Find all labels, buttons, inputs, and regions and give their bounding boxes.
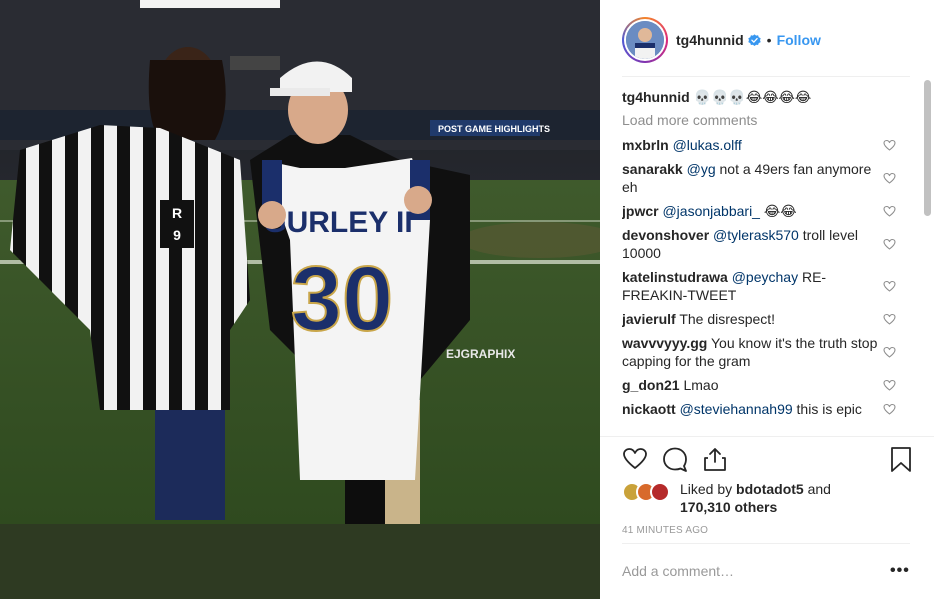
actions-divider (600, 436, 934, 437)
load-more-comments-button[interactable]: Load more comments (622, 112, 912, 128)
comment-input-divider (622, 543, 910, 544)
ref-patch-number: 9 (173, 227, 181, 243)
comment-like-heart-icon[interactable] (883, 205, 896, 217)
comment-mention[interactable]: @yg (687, 161, 716, 177)
comment-like-heart-icon[interactable] (883, 379, 896, 391)
liker-username[interactable]: bdotadot5 (736, 481, 804, 497)
share-icon[interactable] (702, 446, 728, 472)
likes-summary: Liked by bdotadot5 and 170,310 others (622, 480, 912, 516)
likes-text: Liked by bdotadot5 and 170,310 others (680, 480, 831, 516)
comment-row: devonshover @tylerask570 troll level 100… (622, 226, 912, 262)
post-header: tg4hunnid • Follow (622, 14, 912, 66)
comment-username[interactable]: g_don21 (622, 377, 680, 393)
comment-like-heart-icon[interactable] (883, 238, 896, 250)
header-divider (622, 76, 910, 77)
comment-mention[interactable]: @steviehannah99 (680, 401, 793, 417)
comment-like-heart-icon[interactable] (883, 403, 896, 415)
comment-like-heart-icon[interactable] (883, 346, 896, 358)
comment-mention[interactable]: @lukas.olff (673, 137, 742, 153)
likes-middle: and (803, 481, 831, 497)
post-caption: tg4hunnid 💀💀💀😂😂😂😂 (622, 88, 912, 106)
comment-row: nickaott @steviehannah99 this is epic (622, 400, 912, 418)
post-sidebar: tg4hunnid • Follow tg4hunnid 💀💀💀😂😂😂😂 Loa… (600, 0, 934, 599)
comment-username[interactable]: jpwcr (622, 203, 659, 219)
comment-username[interactable]: katelinstudrawa (622, 269, 728, 285)
caption-text: 💀💀💀😂😂😂😂 (693, 89, 812, 105)
jersey-number-text: 30 (291, 248, 393, 350)
comment-username[interactable]: mxbrln (622, 137, 669, 153)
comment-mention[interactable]: @tylerask570 (713, 227, 799, 243)
comment-username[interactable]: nickaott (622, 401, 676, 417)
comment-text: The disrespect! (679, 311, 776, 327)
comment-like-heart-icon[interactable] (883, 172, 896, 184)
ref-patch-letter: R (172, 205, 182, 221)
comment-text: this is epic (792, 401, 862, 417)
comment-row: g_don21 Lmao (622, 376, 912, 394)
comments-scrollbar[interactable] (922, 80, 932, 436)
comment-text: Lmao (683, 377, 719, 393)
comment-row: wavvvyyy.gg You know it's the truth stop… (622, 334, 912, 370)
add-comment-input[interactable]: Add a comment… (622, 563, 734, 579)
comments-list[interactable]: tg4hunnid 💀💀💀😂😂😂😂 Load more comments mxb… (622, 82, 912, 437)
comment-row: sanarakk @yg not a 49ers fan anymore eh (622, 160, 912, 196)
comment-username[interactable]: sanarakk (622, 161, 683, 177)
comment-row: mxbrln @lukas.olff (622, 136, 912, 154)
caption-username[interactable]: tg4hunnid (622, 89, 690, 105)
comment-mention[interactable]: @jasonjabbari_ (662, 203, 760, 219)
avatar[interactable] (626, 21, 664, 59)
comment-mention[interactable]: @peychay (732, 269, 798, 285)
comment-like-heart-icon[interactable] (883, 139, 896, 151)
photo-letterbox (0, 524, 600, 599)
comment-like-heart-icon[interactable] (883, 280, 896, 292)
verified-badge-icon (747, 33, 761, 46)
comment-row: jpwcr @jasonjabbari_ 😂😂 (622, 202, 912, 220)
liker-avatars[interactable] (622, 480, 676, 502)
post-photo[interactable]: POST GAME HIGHLIGHTS R 9 GURLEY II 30 EJ… (0, 0, 600, 524)
post-media: POST GAME HIGHLIGHTS R 9 GURLEY II 30 EJ… (0, 0, 600, 599)
post-action-bar (622, 446, 914, 476)
comment-text: 😂😂 (759, 203, 797, 219)
comment-username[interactable]: javierulf (622, 311, 676, 327)
scrollbar-thumb[interactable] (924, 80, 931, 216)
header-username[interactable]: tg4hunnid (676, 32, 744, 48)
comment-username[interactable]: wavvvyyy.gg (622, 335, 707, 351)
more-options-button[interactable]: ••• (890, 562, 910, 580)
follow-button[interactable]: Follow (777, 32, 821, 48)
stadium-banner-text: POST GAME HIGHLIGHTS (438, 124, 550, 134)
save-bookmark-icon[interactable] (888, 446, 914, 472)
jersey-name-text: GURLEY II (263, 206, 412, 239)
story-ring[interactable] (622, 17, 668, 63)
photo-watermark: EJGRAPHIX (446, 347, 515, 361)
instagram-post-window: POST GAME HIGHLIGHTS R 9 GURLEY II 30 EJ… (0, 0, 934, 599)
likes-prefix: Liked by (680, 481, 737, 497)
like-heart-icon[interactable] (622, 446, 648, 472)
comment-like-heart-icon[interactable] (883, 313, 896, 325)
likes-count[interactable]: 170,310 others (680, 499, 777, 515)
comment-row: katelinstudrawa @peychay RE-FREAKIN-TWEE… (622, 268, 912, 304)
header-separator: • (766, 32, 772, 48)
comment-username[interactable]: devonshover (622, 227, 709, 243)
post-timestamp[interactable]: 41 MINUTES AGO (622, 525, 708, 536)
comment-row: javierulf The disrespect! (622, 310, 912, 328)
comment-bubble-icon[interactable] (662, 446, 688, 472)
liker-avatar[interactable] (650, 482, 670, 502)
